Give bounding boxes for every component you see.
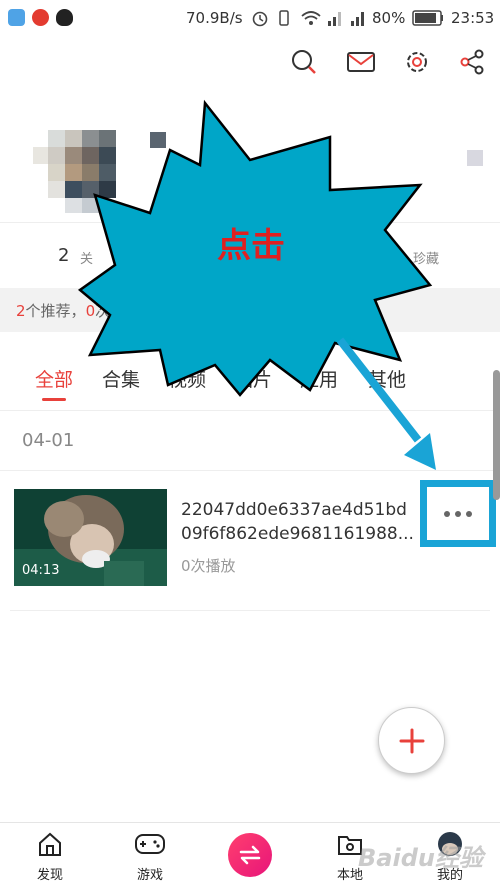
nav-transfer[interactable]	[228, 833, 272, 877]
alarm-icon	[252, 11, 268, 27]
video-title-line2: 09f6f862ede9681161988...	[181, 524, 414, 544]
vibrate-icon	[279, 10, 289, 26]
mail-icon	[347, 52, 375, 72]
video-title-line1: 22047dd0e6337ae4d51bd	[181, 500, 407, 520]
network-speed: 70.9B/s	[186, 9, 243, 27]
clock: 23:53	[451, 9, 495, 27]
nav-discover-label: 发现	[36, 868, 63, 883]
messages-button[interactable]	[343, 44, 379, 80]
annotation-overlay	[77, 99, 436, 470]
gear-icon	[407, 52, 427, 72]
share-icon	[460, 49, 484, 75]
qq-icon	[56, 9, 73, 26]
top-action-bar	[0, 44, 500, 84]
search-button[interactable]	[286, 44, 322, 80]
nav-discover[interactable]: 发现	[20, 831, 80, 883]
video-thumbnail[interactable]: 04:13	[14, 489, 167, 586]
wifi-icon	[301, 11, 321, 25]
callout-arrow-head	[404, 433, 436, 470]
scrollbar[interactable]	[493, 370, 500, 500]
signal1-icon	[328, 12, 341, 26]
video-duration: 04:13	[22, 563, 60, 578]
add-button[interactable]	[378, 707, 445, 774]
nav-games[interactable]: 游戏	[120, 831, 180, 883]
search-icon	[292, 50, 316, 74]
list-item[interactable]: 04:13 22047dd0e6337ae4d51bd 09f6f862ede9…	[0, 480, 500, 610]
more-dots-icon	[444, 510, 472, 517]
battery-icon	[412, 10, 443, 26]
watermark: Baidu经验	[358, 844, 483, 872]
gamepad-icon	[135, 834, 165, 854]
share-button[interactable]	[454, 44, 490, 80]
settings-button[interactable]	[399, 44, 435, 80]
more-options-button[interactable]	[420, 480, 496, 547]
plus-icon	[399, 728, 424, 753]
callout-text: 点击	[217, 226, 285, 266]
netease-music-icon	[32, 9, 49, 26]
status-bar: 70.9B/s 80% 23:53	[0, 0, 500, 36]
battery-percent: 80%	[372, 9, 406, 27]
signal2-icon	[351, 12, 364, 26]
nav-games-label: 游戏	[136, 868, 163, 883]
video-play-count: 0次播放	[181, 557, 236, 575]
home-icon	[39, 832, 61, 856]
shield-app-icon	[8, 9, 25, 26]
transfer-icon	[239, 845, 261, 865]
